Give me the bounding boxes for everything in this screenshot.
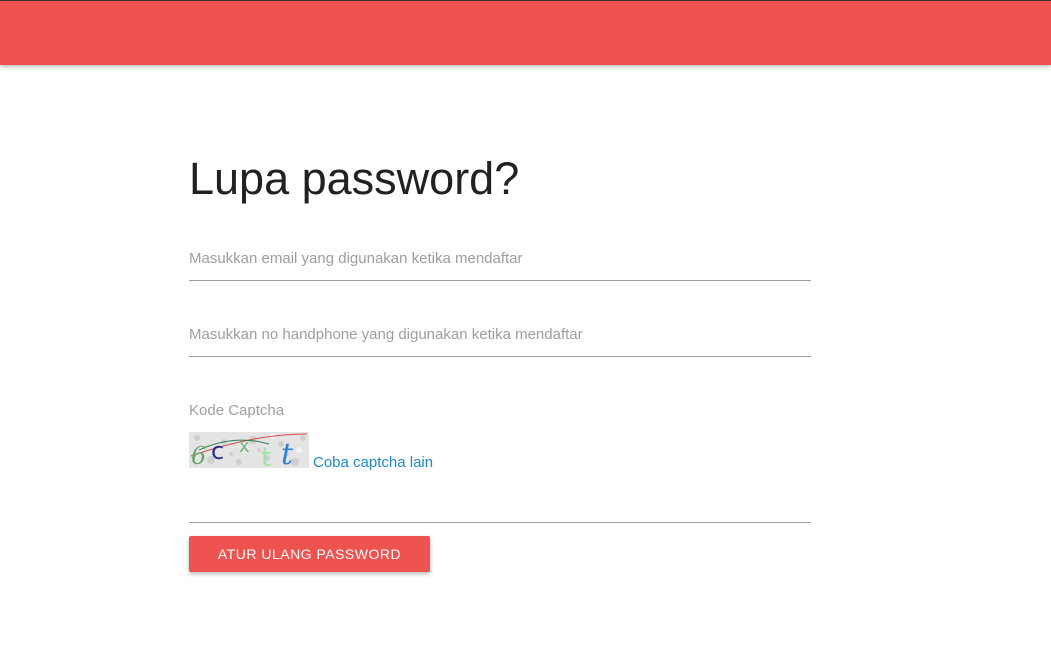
svg-text:t: t: [261, 443, 271, 468]
captcha-image: 6 c x t t: [189, 432, 309, 468]
svg-text:c: c: [211, 437, 224, 465]
top-app-bar: [0, 0, 1051, 65]
email-field[interactable]: [189, 248, 811, 281]
reset-password-button[interactable]: ATUR ULANG PASSWORD: [189, 536, 430, 572]
page-title: Lupa password?: [189, 153, 520, 204]
svg-text:6: 6: [191, 442, 206, 468]
captcha-row: 6 c x t t Coba captcha lain: [189, 432, 433, 471]
captcha-label: Kode Captcha: [189, 402, 285, 419]
svg-text:x: x: [239, 436, 250, 457]
captcha-refresh-link[interactable]: Coba captcha lain: [313, 454, 433, 471]
phone-field[interactable]: [189, 324, 811, 357]
email-field-wrapper: [189, 248, 811, 281]
phone-field-wrapper: [189, 324, 811, 357]
svg-text:t: t: [281, 437, 294, 468]
captcha-input[interactable]: [189, 490, 811, 523]
captcha-field-wrapper: [189, 490, 811, 523]
